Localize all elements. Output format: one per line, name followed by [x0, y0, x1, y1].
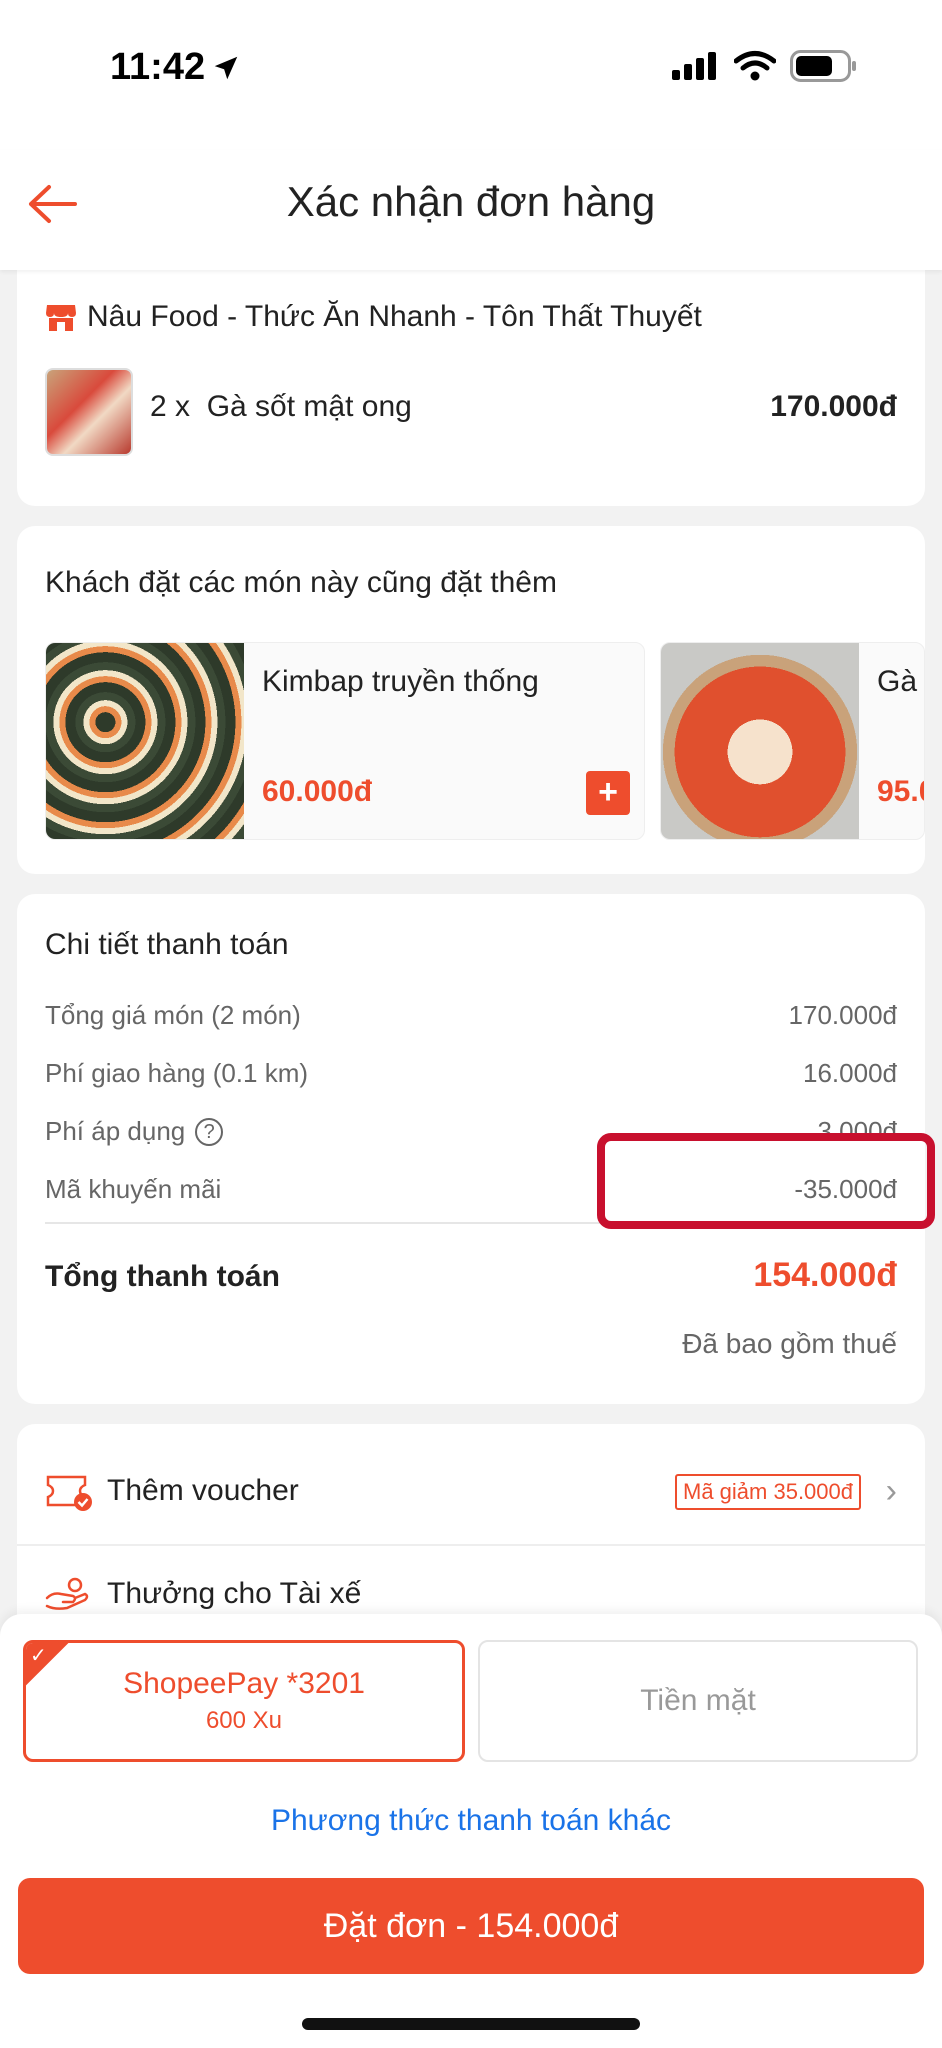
delivery-fee-label: Phí giao hàng (0.1 km) — [45, 1058, 309, 1088]
suggestion-item[interactable]: Kimbap truyền thống 60.000đ + — [45, 642, 645, 840]
bottom-payment-sheet: ✓ ShopeePay *3201 600 Xu Tiền mặt Phương… — [0, 1614, 942, 2048]
item-price: 170.000đ — [770, 390, 897, 423]
divider — [17, 1544, 925, 1546]
voucher-label: Thêm voucher — [107, 1474, 299, 1507]
total-value: 154.000đ — [753, 1256, 897, 1294]
shop-name: Nâu Food - Thức Ăn Nhanh - Tôn Thất Thuy… — [87, 300, 702, 333]
service-fee-label-group: Phí áp dụng ? — [45, 1116, 224, 1147]
order-card: Nâu Food - Thức Ăn Nhanh - Tôn Thất Thuy… — [17, 270, 925, 506]
item-name: Gà sốt mật ong — [206, 390, 412, 423]
subtotal-row: Tổng giá món (2 món) 170.000đ — [45, 1000, 897, 1031]
suggestion-name: Gà — [877, 665, 918, 698]
location-arrow-icon — [214, 56, 238, 79]
driver-tip-label: Thưởng cho Tài xế — [107, 1577, 362, 1610]
battery-icon — [790, 50, 856, 82]
clock-text: 11:42 — [110, 46, 206, 88]
check-icon: ✓ — [30, 1645, 47, 1667]
payment-option-cash[interactable]: Tiền mặt — [478, 1640, 918, 1762]
item-quantity: 2 x — [150, 390, 191, 423]
total-label: Tổng thanh toán — [45, 1260, 280, 1293]
delivery-fee-row: Phí giao hàng (0.1 km) 16.000đ — [45, 1058, 897, 1089]
shop-row[interactable]: Nâu Food - Thức Ăn Nhanh - Tôn Thất Thuy… — [45, 300, 702, 334]
promo-code-label: Mã khuyến mãi — [45, 1174, 222, 1204]
order-item-line: 2 x Gà sốt mật ong — [150, 390, 412, 424]
suggestion-name: Kimbap truyền thống — [262, 665, 539, 698]
subtotal-value: 170.000đ — [788, 1000, 897, 1030]
voucher-row[interactable]: Thêm voucher Mã giảm 35.000đ › — [45, 1468, 897, 1514]
home-indicator — [302, 2018, 640, 2030]
add-item-button[interactable]: + — [586, 771, 630, 815]
wifi-icon — [734, 51, 776, 81]
payment-option-cash-label: Tiền mặt — [640, 1684, 756, 1717]
subtotal-label: Tổng giá món (2 món) — [45, 1000, 301, 1030]
chevron-right-icon: › — [885, 1472, 897, 1510]
highlight-annotation — [597, 1133, 935, 1229]
cellular-signal-icon — [672, 52, 716, 80]
voucher-ticket-icon — [46, 1475, 92, 1511]
suggestion-price: 60.000đ — [262, 775, 373, 808]
voucher-tag: Mã giảm 35.000đ — [675, 1474, 861, 1510]
suggestion-item[interactable]: Gà 95.0 — [660, 642, 925, 840]
suggestions-title: Khách đặt các món này cũng đặt thêm — [45, 566, 557, 599]
suggestion-price: 95.0 — [877, 775, 924, 808]
help-icon[interactable]: ? — [195, 1117, 224, 1146]
payment-option-name: ShopeePay *3201 — [123, 1667, 365, 1700]
other-payment-link[interactable]: Phương thức thanh toán khác — [0, 1804, 942, 1838]
hand-coin-icon — [45, 1577, 89, 1610]
item-thumbnail — [45, 368, 133, 456]
status-time: 11:42 — [110, 46, 241, 89]
tax-note: Đã bao gồm thuế — [682, 1328, 897, 1359]
payment-details-title: Chi tiết thanh toán — [45, 928, 289, 961]
payment-option-shopeepay[interactable]: ✓ ShopeePay *3201 600 Xu — [23, 1640, 465, 1762]
driver-tip-row[interactable]: Thưởng cho Tài xế — [45, 1576, 361, 1612]
page-title: Xác nhận đơn hàng — [286, 178, 656, 225]
place-order-button[interactable]: Đặt đơn - 154.000đ — [18, 1878, 924, 1974]
suggestion-image — [46, 643, 244, 839]
suggestion-image — [661, 643, 859, 839]
suggestions-card: Khách đặt các món này cũng đặt thêm Kimb… — [17, 526, 925, 874]
delivery-fee-value: 16.000đ — [803, 1058, 897, 1088]
status-bar: 11:42 — [0, 0, 942, 150]
payment-option-sub: 600 Xu — [205, 1707, 283, 1734]
store-icon — [46, 305, 76, 331]
header-bar: Xác nhận đơn hàng — [0, 150, 942, 270]
service-fee-label: Phí áp dụng — [45, 1116, 186, 1146]
status-icons — [672, 50, 858, 82]
